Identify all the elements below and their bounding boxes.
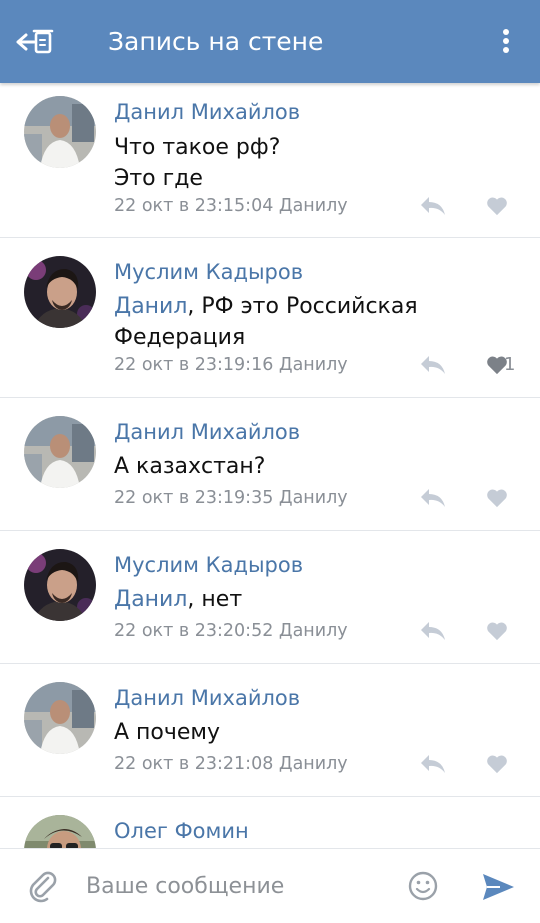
reply-icon <box>421 489 445 507</box>
emoji-button[interactable] <box>406 869 440 903</box>
comments-list[interactable]: Данил Михайлов Что такое рф? Это где 22 … <box>0 83 540 848</box>
smiley-icon <box>408 871 438 901</box>
back-button[interactable] <box>14 24 58 60</box>
comment-meta: 22 окт в 23:21:08 Данилу <box>114 754 348 774</box>
comment-meta: 22 окт в 23:20:52 Данилу <box>114 621 348 641</box>
back-arrow-icon <box>16 29 54 54</box>
comment-text: Данил, РФ это Российская Федерация <box>114 294 418 350</box>
mention-link[interactable]: Данил <box>114 587 187 612</box>
comment-author[interactable]: Данил Михайлов <box>114 98 300 126</box>
comment-author[interactable]: Данил Михайлов <box>114 418 300 446</box>
reply-button[interactable] <box>418 352 450 378</box>
heart-icon <box>487 622 507 641</box>
more-options-button[interactable] <box>492 26 520 58</box>
avatar[interactable] <box>24 256 96 328</box>
like-button[interactable] <box>478 618 520 644</box>
reply-icon <box>421 622 445 640</box>
avatar[interactable] <box>24 682 96 754</box>
reply-icon <box>421 356 445 374</box>
heart-icon <box>487 755 507 774</box>
comment-item: Данил Михайлов Что такое рф? Это где 22 … <box>0 83 540 238</box>
comment-item: Олег Фомин <box>0 797 540 848</box>
heart-icon <box>487 197 507 216</box>
comment-item: Муслим Кадыров Данил, РФ это Российская … <box>0 238 540 398</box>
reply-button[interactable] <box>418 618 450 644</box>
comment-text: Что такое рф? Это где <box>114 135 281 191</box>
comment-item: Данил Михайлов А казахстан? 22 окт в 23:… <box>0 398 540 531</box>
avatar[interactable] <box>24 416 96 488</box>
message-input[interactable] <box>86 867 386 905</box>
comment-meta: 22 окт в 23:19:16 Данилу <box>114 355 348 375</box>
like-button[interactable]: 1 <box>478 352 520 378</box>
page-title: Запись на стене <box>108 27 324 56</box>
like-button[interactable] <box>478 485 520 511</box>
send-icon <box>483 874 514 900</box>
comment-text: А почему <box>114 720 221 745</box>
avatar[interactable] <box>24 549 96 621</box>
mention-link[interactable]: Данил <box>114 294 187 319</box>
comment-item: Муслим Кадыров Данил, нет 22 окт в 23:20… <box>0 531 540 664</box>
comment-item: Данил Михайлов А почему 22 окт в 23:21:0… <box>0 664 540 797</box>
comment-author[interactable]: Муслим Кадыров <box>114 258 303 286</box>
comment-author[interactable]: Олег Фомин <box>114 817 249 845</box>
like-button[interactable] <box>478 193 520 219</box>
heart-icon <box>487 489 507 508</box>
reply-button[interactable] <box>418 485 450 511</box>
like-button[interactable] <box>478 751 520 777</box>
send-button[interactable] <box>480 871 516 903</box>
comment-text: Данил, нет <box>114 587 243 612</box>
reply-button[interactable] <box>418 193 450 219</box>
attach-button[interactable] <box>26 869 60 903</box>
comment-meta: 22 окт в 23:19:35 Данилу <box>114 488 348 508</box>
message-composer <box>0 848 540 923</box>
paperclip-icon <box>29 871 57 903</box>
comment-author[interactable]: Данил Михайлов <box>114 684 300 712</box>
reply-icon <box>421 755 445 773</box>
more-vertical-icon <box>503 29 509 53</box>
top-app-bar: Запись на стене <box>0 0 540 83</box>
reply-button[interactable] <box>418 751 450 777</box>
comment-meta: 22 окт в 23:15:04 Данилу <box>114 196 348 216</box>
comment-text: А казахстан? <box>114 454 266 479</box>
avatar[interactable] <box>24 96 96 168</box>
avatar[interactable] <box>24 815 96 848</box>
comment-author[interactable]: Муслим Кадыров <box>114 551 303 579</box>
reply-icon <box>421 197 445 215</box>
like-count: 1 <box>504 354 516 375</box>
